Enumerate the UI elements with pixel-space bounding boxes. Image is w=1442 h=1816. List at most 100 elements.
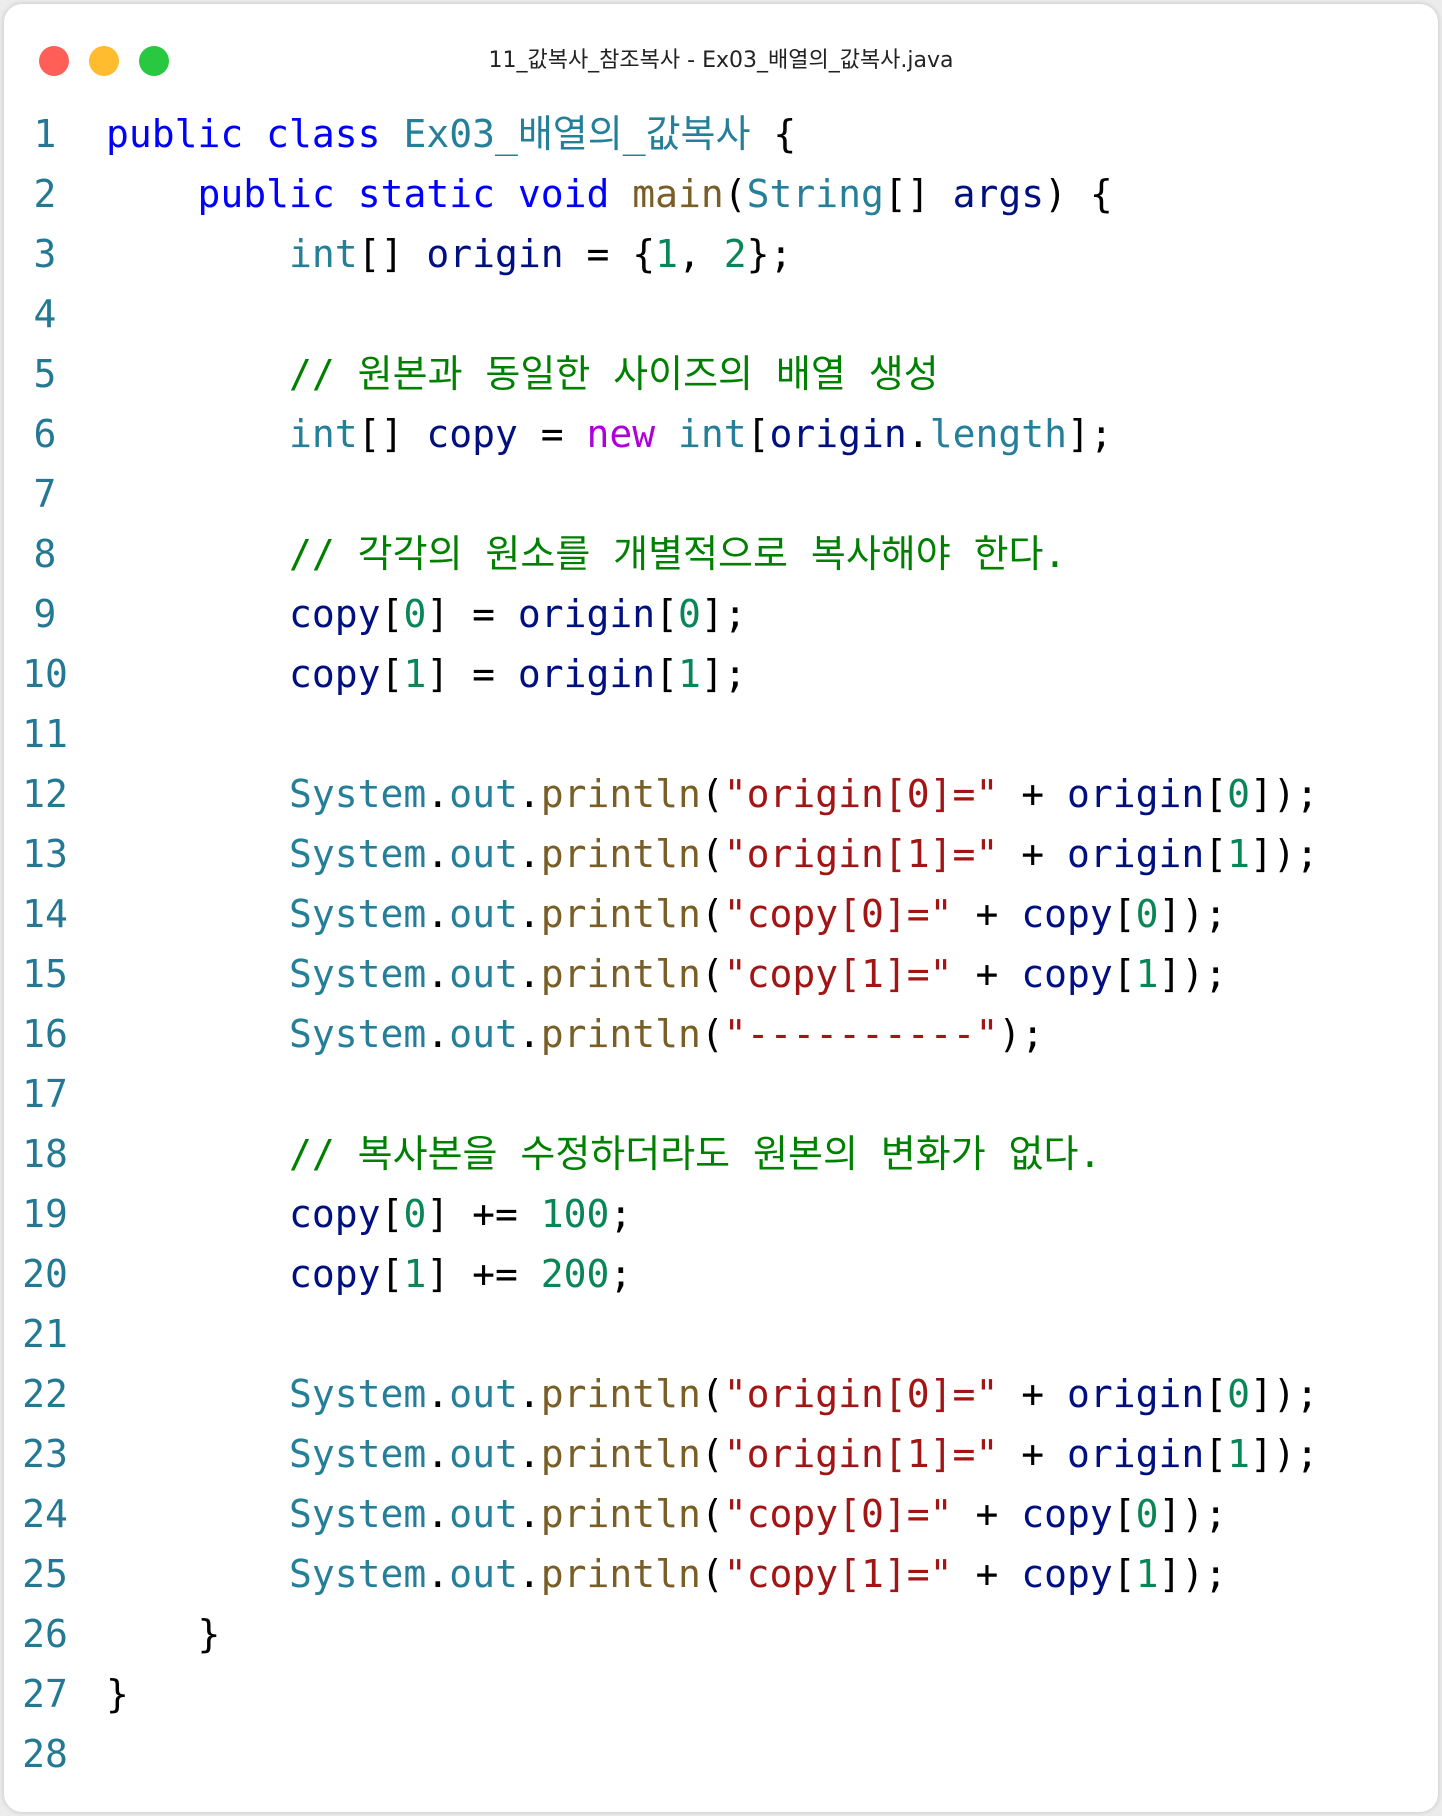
- code-text: copy[1] += 200;: [106, 1244, 632, 1304]
- code-token: println: [540, 1372, 701, 1416]
- code-line[interactable]: 24 System.out.println("copy[0]=" + copy[…: [4, 1484, 1438, 1544]
- code-token: copy: [1021, 892, 1113, 936]
- code-text: System.out.println("copy[1]=" + copy[1])…: [106, 1544, 1227, 1604]
- code-line[interactable]: 18 // 복사본을 수정하더라도 원본의 변화가 없다.: [4, 1124, 1438, 1184]
- code-token: origin: [517, 592, 656, 636]
- code-line[interactable]: 4: [4, 284, 1438, 344]
- code-line[interactable]: 15 System.out.println("copy[1]=" + copy[…: [4, 944, 1438, 1004]
- code-token: .: [517, 772, 541, 816]
- code-token: }: [106, 1672, 129, 1716]
- code-token: origin: [517, 652, 656, 696]
- code-token: length: [929, 412, 1067, 456]
- code-token: ] +=: [426, 1192, 541, 1236]
- code-editor[interactable]: 1 public class Ex03_배열의_값복사 {2 public sta…: [4, 104, 1438, 1784]
- code-token: 1: [1227, 1432, 1251, 1476]
- code-line[interactable]: 21: [4, 1304, 1438, 1364]
- code-line[interactable]: 17: [4, 1064, 1438, 1124]
- code-line[interactable]: 10 copy[1] = origin[1];: [4, 644, 1438, 704]
- code-token: 0: [1227, 772, 1251, 816]
- code-token: (: [700, 1432, 724, 1476]
- code-line[interactable]: 2 public static void main(String[] args)…: [4, 164, 1438, 224]
- code-text: copy[0] = origin[0];: [106, 584, 747, 644]
- code-token: out: [449, 1372, 518, 1416]
- line-number: 4: [33, 292, 57, 336]
- code-line[interactable]: 5 // 원본과 동일한 사이즈의 배열 생성: [4, 344, 1438, 404]
- code-token: ] +=: [426, 1252, 541, 1296]
- code-token: [: [380, 652, 404, 696]
- code-line[interactable]: 26 }: [4, 1604, 1438, 1664]
- line-number: 10: [22, 652, 68, 696]
- code-token: .: [426, 952, 450, 996]
- code-line[interactable]: 6 int[] copy = new int[origin.length];: [4, 404, 1438, 464]
- code-text: int[] origin = {1, 2};: [106, 224, 792, 284]
- code-token: ];: [700, 592, 747, 636]
- code-line[interactable]: 9 copy[0] = origin[0];: [4, 584, 1438, 644]
- code-token: class: [266, 112, 381, 156]
- code-line[interactable]: 20 copy[1] += 200;: [4, 1244, 1438, 1304]
- window-title: 11_값복사_참조복사 - Ex03_배열의_값복사.java: [488, 48, 954, 73]
- code-text: System.out.println("origin[0]=" + origin…: [106, 1364, 1319, 1424]
- code-token: println: [540, 1432, 701, 1476]
- code-line[interactable]: 23 System.out.println("origin[1]=" + ori…: [4, 1424, 1438, 1484]
- code-token: copy: [289, 1192, 381, 1236]
- code-line[interactable]: 16 System.out.println("----------");: [4, 1004, 1438, 1064]
- code-text: }: [106, 1664, 129, 1724]
- code-token: []: [357, 412, 427, 456]
- code-line[interactable]: 27}: [4, 1664, 1438, 1724]
- line-number: 26: [22, 1612, 68, 1656]
- code-line[interactable]: 25 System.out.println("copy[1]=" + copy[…: [4, 1544, 1438, 1604]
- code-token: 1: [403, 1252, 427, 1296]
- code-token: [: [380, 1252, 404, 1296]
- code-line[interactable]: 14 System.out.println("copy[0]=" + copy[…: [4, 884, 1438, 944]
- code-line[interactable]: 22 System.out.println("origin[0]=" + ori…: [4, 1364, 1438, 1424]
- code-line[interactable]: 11: [4, 704, 1438, 764]
- code-token: [: [655, 652, 679, 696]
- code-token: "origin[1]=": [723, 832, 999, 876]
- line-number: 9: [33, 592, 57, 636]
- code-line[interactable]: 8 // 각각의 원소를 개별적으로 복사해야 한다.: [4, 524, 1438, 584]
- code-token: [: [1204, 1432, 1228, 1476]
- code-token: Ex03_배열의_값복사: [403, 112, 751, 156]
- line-number: 17: [22, 1072, 68, 1116]
- line-number: 11: [22, 712, 68, 756]
- code-line[interactable]: 1 public class Ex03_배열의_값복사 {: [4, 104, 1438, 164]
- line-number: 20: [22, 1252, 68, 1296]
- code-token: ;: [609, 1252, 633, 1296]
- line-number: 24: [22, 1492, 68, 1536]
- line-number: 28: [22, 1732, 68, 1776]
- code-token: .: [426, 832, 450, 876]
- code-token: {: [750, 112, 797, 156]
- code-token: copy: [1021, 952, 1113, 996]
- code-token: 2: [723, 232, 747, 276]
- code-token: (: [700, 1492, 724, 1536]
- code-token: .: [426, 1012, 450, 1056]
- code-token: ,: [678, 232, 724, 276]
- code-token: ]);: [1158, 892, 1228, 936]
- code-token: 0: [1135, 892, 1159, 936]
- line-number: 22: [22, 1372, 68, 1416]
- code-line[interactable]: 13 System.out.println("origin[1]=" + ori…: [4, 824, 1438, 884]
- code-line[interactable]: 28: [4, 1724, 1438, 1784]
- line-number: 8: [33, 532, 57, 576]
- code-token: out: [449, 892, 518, 936]
- code-line[interactable]: 7: [4, 464, 1438, 524]
- code-token: args: [952, 172, 1045, 216]
- code-line[interactable]: 12 System.out.println("origin[0]=" + ori…: [4, 764, 1438, 824]
- code-token: [: [380, 1192, 404, 1236]
- code-token: out: [449, 1552, 518, 1596]
- code-line[interactable]: 3 int[] origin = {1, 2};: [4, 224, 1438, 284]
- code-line[interactable]: 19 copy[0] += 100;: [4, 1184, 1438, 1244]
- code-token: println: [540, 1552, 701, 1596]
- code-token: void: [517, 172, 610, 216]
- code-token: 0: [1135, 1492, 1159, 1536]
